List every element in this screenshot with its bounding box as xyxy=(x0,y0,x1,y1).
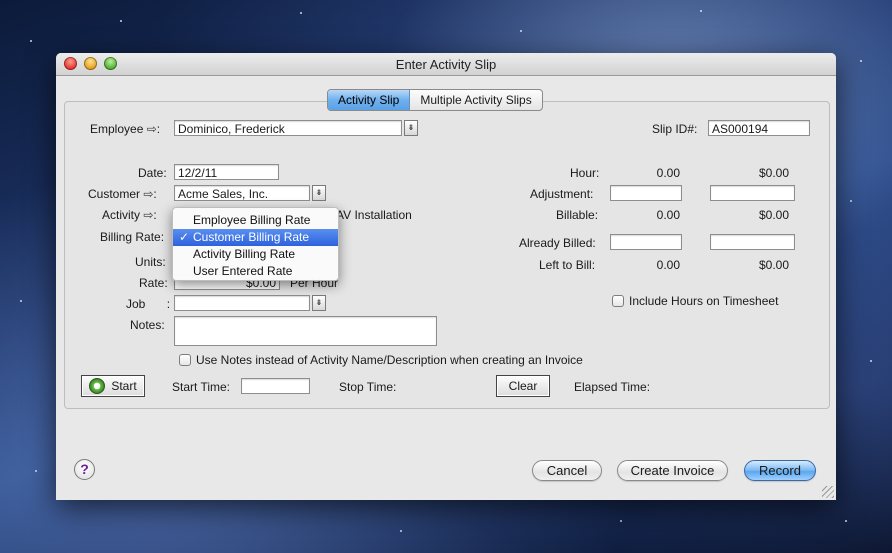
stopwatch-icon xyxy=(89,377,106,394)
employee-lookup-arrow-icon[interactable]: ⇨ xyxy=(147,122,157,136)
checkmark-icon: ✓ xyxy=(179,230,190,244)
record-button[interactable]: Record xyxy=(744,460,816,481)
left-to-bill-amount: $0.00 xyxy=(758,258,789,272)
notes-field[interactable] xyxy=(174,316,437,346)
window-title: Enter Activity Slip xyxy=(395,57,497,72)
employee-dropdown-icon[interactable]: ⇟ xyxy=(404,120,418,136)
date-field[interactable]: 12/2/11 xyxy=(174,164,279,180)
hour-label: Hour: xyxy=(570,166,600,180)
activity-label: Activity xyxy=(102,208,141,222)
job-colon: : xyxy=(166,297,171,311)
activity-lookup-arrow-icon[interactable]: ⇨ xyxy=(143,208,153,222)
left-to-bill-label: Left to Bill: xyxy=(539,258,596,272)
use-notes-checkbox[interactable] xyxy=(179,354,191,366)
start-time-label: Start Time: xyxy=(172,380,231,394)
tab-activity-slip[interactable]: Activity Slip xyxy=(328,90,411,110)
enter-activity-slip-window: Enter Activity Slip Activity Slip Multip… xyxy=(56,53,836,500)
clear-button[interactable]: Clear xyxy=(496,375,550,397)
adjustment-hours-field[interactable] xyxy=(610,185,682,201)
tab-control: Activity Slip Multiple Activity Slips xyxy=(327,89,543,111)
title-bar[interactable]: Enter Activity Slip xyxy=(56,53,836,76)
include-hours-checkbox[interactable] xyxy=(612,295,624,307)
job-label: Job xyxy=(126,297,146,311)
menu-item-activity-billing-rate[interactable]: Activity Billing Rate xyxy=(173,246,338,263)
already-billed-label: Already Billed: xyxy=(519,236,596,250)
use-notes-label: Use Notes instead of Activity Name/Descr… xyxy=(196,353,583,367)
slip-id-field[interactable]: AS000194 xyxy=(708,120,810,136)
left-to-bill-value: 0.00 xyxy=(656,258,680,272)
customer-field[interactable]: Acme Sales, Inc. xyxy=(174,185,310,201)
customer-colon: : xyxy=(153,187,157,201)
start-button-label: Start xyxy=(111,379,137,393)
already-billed-amount-field[interactable] xyxy=(710,234,795,250)
customer-label: Customer xyxy=(88,187,141,201)
elapsed-time-label: Elapsed Time: xyxy=(574,380,651,394)
customer-dropdown-icon[interactable]: ⇟ xyxy=(312,185,326,201)
employee-label: Employee xyxy=(90,122,144,136)
billing-rate-label: Billing Rate: xyxy=(100,230,165,244)
customer-lookup-arrow-icon[interactable]: ⇨ xyxy=(143,187,153,201)
menu-item-customer-billing-rate[interactable]: ✓ Customer Billing Rate xyxy=(173,229,338,246)
menu-item-label: Customer Billing Rate xyxy=(193,230,310,244)
hour-amount: $0.00 xyxy=(758,166,789,180)
cancel-button[interactable]: Cancel xyxy=(532,460,602,481)
employee-field[interactable]: Dominico, Frederick xyxy=(174,120,402,136)
activity-colon: : xyxy=(153,208,157,222)
job-field[interactable] xyxy=(174,295,310,311)
create-invoice-button[interactable]: Create Invoice xyxy=(617,460,728,481)
billing-rate-menu: Employee Billing Rate ✓ Customer Billing… xyxy=(172,207,339,281)
menu-item-user-entered-rate[interactable]: User Entered Rate xyxy=(173,263,338,280)
activity-name-text: AV Installation xyxy=(336,208,412,222)
start-timer-button[interactable]: Start xyxy=(81,375,145,397)
include-hours-label: Include Hours on Timesheet xyxy=(629,294,779,308)
rate-label: Rate: xyxy=(139,276,168,290)
hour-value: 0.00 xyxy=(656,166,680,180)
stop-time-label: Stop Time: xyxy=(339,380,397,394)
slip-id-label: Slip ID#: xyxy=(652,122,698,136)
help-button[interactable]: ? xyxy=(74,459,95,480)
billable-amount: $0.00 xyxy=(758,208,789,222)
tab-multiple-activity-slips[interactable]: Multiple Activity Slips xyxy=(410,90,541,110)
job-dropdown-icon[interactable]: ⇟ xyxy=(312,295,326,311)
start-time-field[interactable] xyxy=(241,378,310,394)
employee-colon: : xyxy=(156,122,161,136)
notes-label: Notes: xyxy=(130,318,165,332)
adjustment-label: Adjustment: xyxy=(530,187,594,201)
resize-grip-icon[interactable] xyxy=(822,486,834,498)
already-billed-hours-field[interactable] xyxy=(610,234,682,250)
billable-label: Billable: xyxy=(556,208,599,222)
adjustment-amount-field[interactable] xyxy=(710,185,795,201)
units-label: Units: xyxy=(135,255,166,269)
date-label: Date: xyxy=(138,166,167,180)
menu-item-employee-billing-rate[interactable]: Employee Billing Rate xyxy=(173,212,338,229)
billable-value: 0.00 xyxy=(656,208,680,222)
